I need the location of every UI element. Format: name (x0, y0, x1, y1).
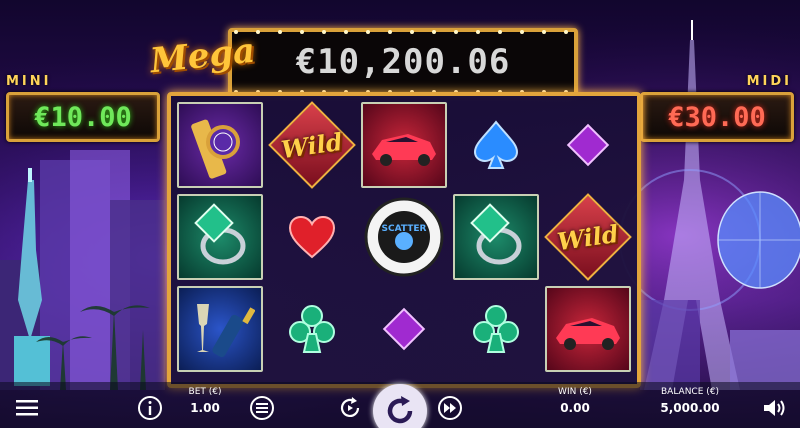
symbol-ring (177, 194, 263, 280)
bet-label: BET (€) (188, 387, 222, 397)
heart-icon (288, 215, 336, 259)
menu-button[interactable] (14, 396, 40, 420)
sports-car-icon (556, 318, 620, 350)
symbol-wild: Wild (268, 101, 356, 189)
win-value: 0.00 (560, 401, 590, 415)
emerald-ring-icon (194, 203, 246, 265)
menu-icon (16, 400, 38, 416)
midi-jackpot-label: MIDI (746, 74, 792, 89)
balance-value: 5,000.00 (660, 401, 720, 415)
balance-label: BALANCE (€) (660, 387, 720, 397)
symbol-spade (453, 102, 539, 188)
diamond-suit-icon (566, 123, 610, 167)
symbol-heart (269, 194, 355, 280)
info-icon (138, 396, 162, 420)
symbol-diamond (545, 102, 631, 188)
symbol-car (545, 286, 631, 372)
diamond-suit-icon (382, 307, 426, 351)
symbol-diamond (361, 286, 447, 372)
spin-icon (387, 396, 413, 424)
bet-value: 1.00 (190, 401, 220, 415)
sports-car-icon (372, 134, 436, 166)
autoplay-icon (340, 397, 360, 417)
coins-icon (250, 396, 274, 420)
scatter-text: SCATTER (382, 224, 427, 234)
sound-icon (764, 400, 785, 416)
fast-forward-icon (438, 396, 462, 420)
mega-jackpot-panel: €10,200.06 (228, 28, 578, 96)
symbol-ring (453, 194, 539, 280)
mega-jackpot-value: €10,200.06 (295, 42, 511, 82)
symbol-wild: Wild (544, 193, 632, 281)
symbol-champagne (177, 286, 263, 372)
autoplay-button[interactable] (336, 394, 364, 422)
bet-settings-button[interactable] (248, 394, 276, 422)
symbol-club (269, 286, 355, 372)
scatter-chip-icon: SCATTER (364, 197, 444, 277)
mini-jackpot-label: MINI (6, 74, 52, 89)
turbo-button[interactable] (436, 394, 464, 422)
win-label: WIN (€) (558, 387, 592, 397)
reel-grid: Wild SCATTER Wild (167, 92, 641, 388)
symbol-car (361, 102, 447, 188)
symbol-watch (177, 102, 263, 188)
symbol-club (453, 286, 539, 372)
symbol-scatter: SCATTER (361, 194, 447, 280)
midi-jackpot-value: €30.00 (640, 92, 794, 142)
game-scene: MINI €10.00 MIDI €30.00 €10,200.06 Mega … (0, 0, 800, 428)
info-button[interactable] (136, 394, 164, 422)
club-icon (473, 305, 519, 353)
sound-button[interactable] (760, 396, 788, 420)
mini-jackpot-value: €10.00 (6, 92, 160, 142)
spade-icon (473, 120, 519, 169)
club-icon (289, 305, 335, 353)
champagne-icon (197, 304, 255, 358)
emerald-ring-icon (470, 203, 522, 265)
watch-icon (191, 119, 240, 179)
